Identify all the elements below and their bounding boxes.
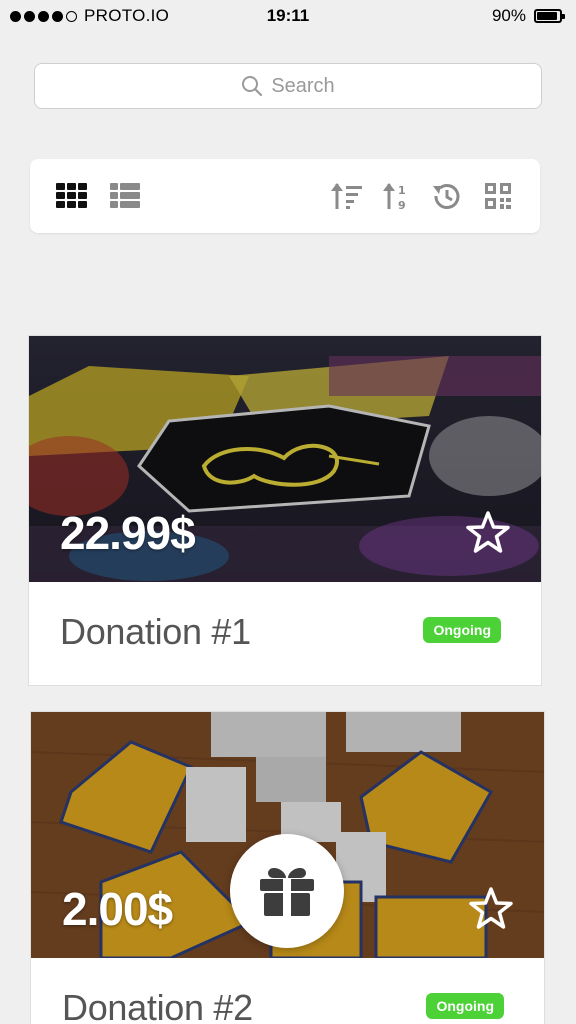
gift-icon — [260, 868, 314, 916]
grid-view-icon[interactable] — [55, 181, 89, 211]
list-view-icon[interactable] — [108, 181, 142, 211]
search-placeholder: Search — [271, 74, 335, 97]
sort-numeric-icon[interactable]: 1 9 — [380, 181, 414, 211]
svg-text:1: 1 — [398, 184, 406, 197]
status-time: 19:11 — [266, 6, 310, 25]
view-toolbar: 1 9 — [30, 159, 540, 233]
sort-descending-icon[interactable] — [330, 181, 364, 211]
status-badge: Ongoing — [423, 617, 501, 643]
star-outline-icon[interactable] — [468, 886, 514, 932]
history-icon[interactable] — [430, 181, 464, 211]
donation-card[interactable]: 22.99$ Donation #1 Ongoing — [28, 335, 542, 686]
donation-price: 2.00$ — [62, 883, 173, 935]
donation-title: Donation #2 — [62, 987, 253, 1024]
donation-title: Donation #1 — [60, 611, 251, 652]
qr-code-icon[interactable] — [482, 181, 516, 211]
search-icon — [242, 76, 263, 97]
battery-status: 90% — [491, 6, 565, 26]
svg-text:9: 9 — [398, 199, 406, 211]
status-bar: PROTO.IO 19:11 90% — [0, 0, 576, 32]
status-badge: Ongoing — [426, 993, 504, 1019]
gift-button[interactable] — [230, 834, 344, 948]
battery-percent: 90% — [491, 6, 526, 25]
star-outline-icon[interactable] — [465, 510, 511, 556]
battery-icon — [534, 9, 565, 23]
search-input[interactable]: Search — [34, 63, 542, 109]
donation-price: 22.99$ — [60, 507, 196, 559]
